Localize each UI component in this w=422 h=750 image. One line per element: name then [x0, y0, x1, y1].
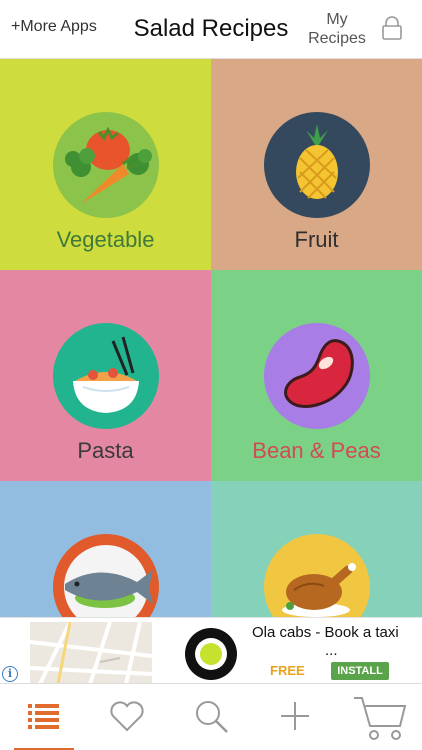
category-tile-bean-peas[interactable]: Bean & Peas — [211, 270, 422, 481]
my-recipes-button[interactable]: My Recipes — [303, 10, 371, 48]
plus-icon[interactable] — [275, 696, 315, 736]
list-icon[interactable] — [24, 696, 64, 736]
pineapple-icon — [264, 112, 370, 218]
ad-description: ... — [325, 642, 338, 659]
category-label: Bean & Peas — [252, 438, 381, 463]
search-icon[interactable] — [191, 696, 231, 736]
lock-icon[interactable] — [381, 16, 403, 40]
bean-icon — [264, 323, 370, 429]
my-recipes-label-line1: My — [326, 11, 348, 28]
ad-banner[interactable]: i Ola cabs - Book a taxi ... FREE INSTAL… — [0, 617, 422, 684]
app-header: +More Apps Salad Recipes My Recipes — [0, 0, 422, 59]
ad-map-image — [30, 622, 152, 684]
noodle-bowl-icon — [53, 323, 159, 429]
tab-bar — [0, 683, 422, 750]
category-tile-pasta[interactable]: Pasta — [0, 270, 211, 481]
category-label: Pasta — [77, 438, 134, 463]
vegetable-icon — [53, 112, 159, 218]
more-apps-button[interactable]: +More Apps — [11, 18, 97, 36]
ad-title: Ola cabs - Book a taxi — [252, 624, 399, 641]
ad-install-button[interactable]: INSTALL — [331, 662, 389, 680]
category-tile-vegetable[interactable]: Vegetable — [0, 59, 211, 270]
ad-info-icon[interactable]: i — [2, 666, 18, 682]
category-label: Fruit — [294, 227, 339, 252]
my-recipes-label-line2: Recipes — [308, 30, 366, 47]
category-tile-fruit[interactable]: Fruit — [211, 59, 422, 270]
heart-icon[interactable] — [107, 696, 147, 736]
category-label: Vegetable — [56, 227, 155, 252]
ad-price: FREE — [270, 663, 305, 678]
cart-icon[interactable] — [352, 692, 408, 742]
ola-logo-icon — [185, 628, 237, 680]
